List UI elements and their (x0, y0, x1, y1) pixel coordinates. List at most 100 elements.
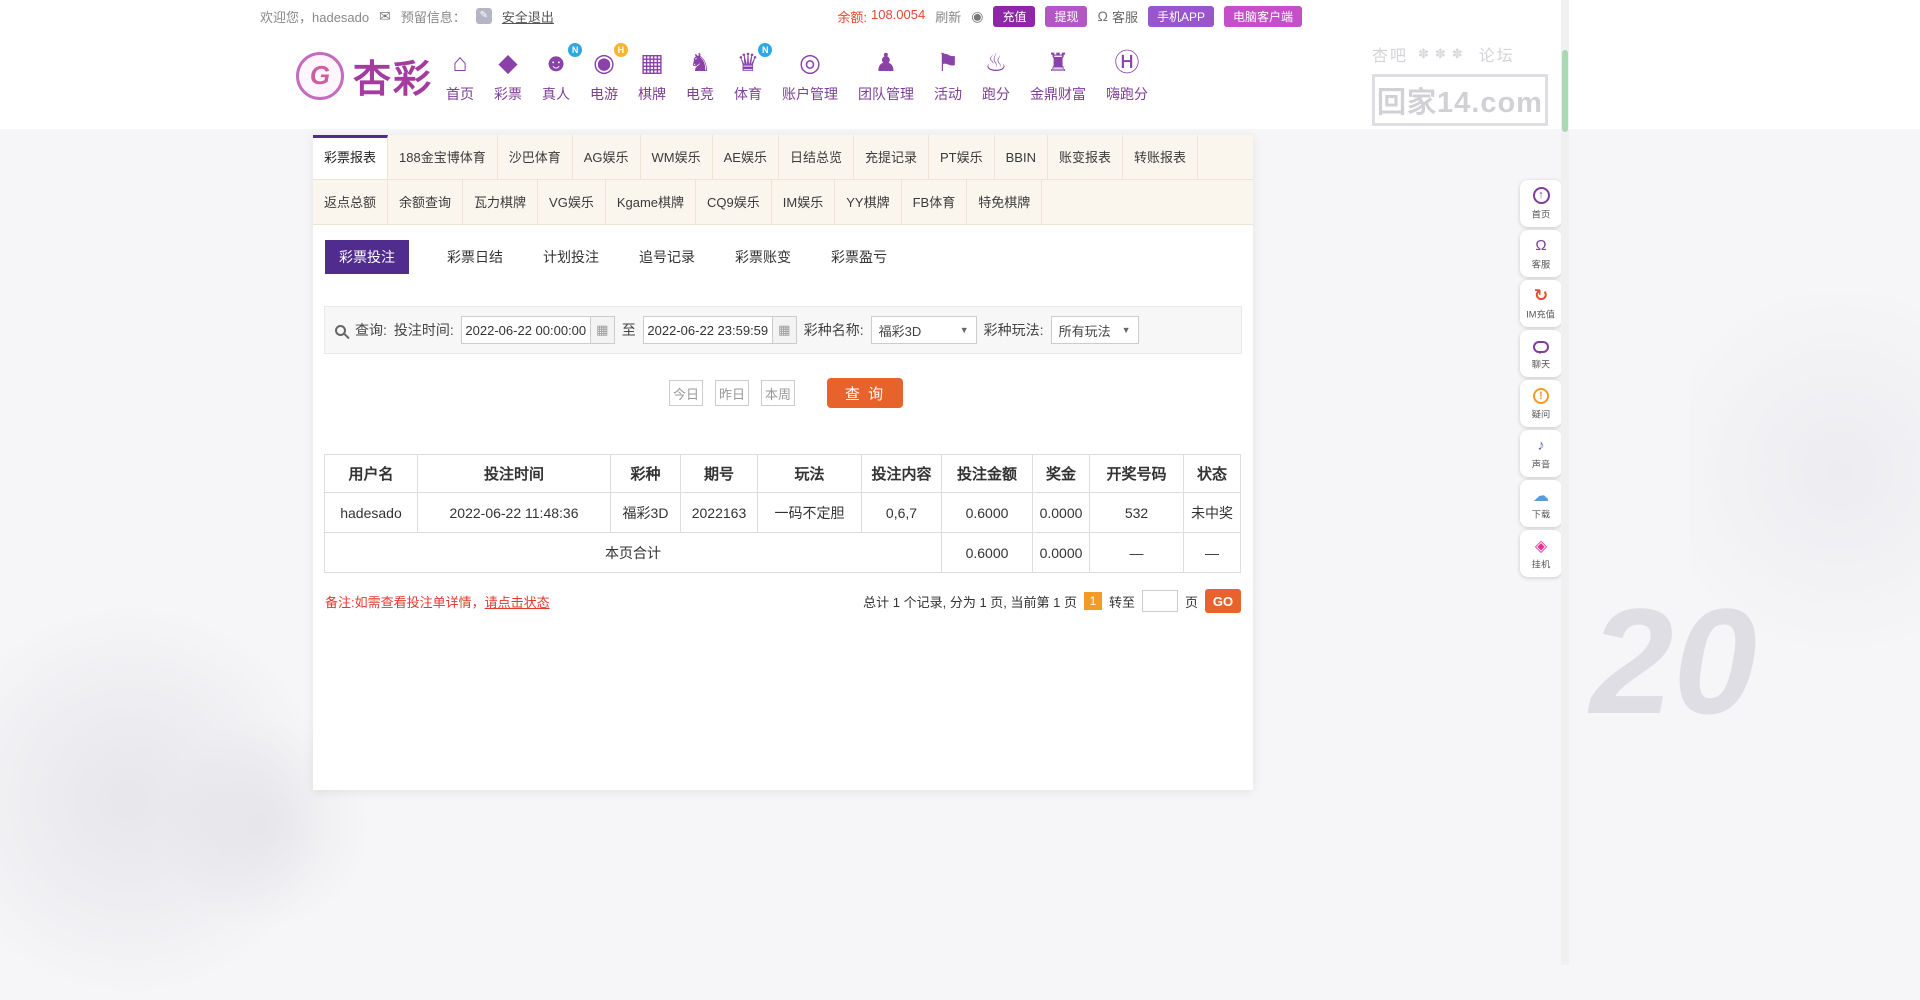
nav-item-label: 嗨跑分 (1106, 86, 1148, 102)
withdraw-button[interactable]: 提现 (1045, 5, 1088, 27)
mail-icon[interactable]: ✉ (379, 8, 391, 25)
tab-vg[interactable]: VG娱乐 (538, 180, 606, 225)
sidebar-question[interactable]: ! 疑问 (1520, 380, 1562, 427)
cell-bet-content: 0,6,7 (861, 492, 942, 533)
refresh-button[interactable]: 刷新 (935, 7, 961, 26)
tab-ae[interactable]: AE娱乐 (712, 135, 779, 180)
lottery-name-label: 彩种名称: (803, 322, 864, 338)
tab-balance-query[interactable]: 余额查询 (388, 180, 464, 225)
eye-off-icon[interactable]: ◉ (971, 8, 983, 25)
tab-rebate-total[interactable]: 返点总额 (313, 180, 389, 225)
nav-item-board-games[interactable]: ▦ 棋牌 (628, 46, 676, 104)
subtab-lottery-account-change[interactable]: 彩票账变 (733, 240, 793, 274)
site-watermark: 杏吧 ✽✽✽ 论坛 回家14.com (1372, 42, 1548, 126)
play-type-select[interactable]: 所有玩法 ▼ (1050, 316, 1139, 344)
subtab-lottery-profit[interactable]: 彩票盈亏 (829, 240, 889, 274)
nav-item-home[interactable]: ⌂ 首页 (436, 46, 484, 104)
this-week-button[interactable]: 本周 (761, 380, 795, 406)
header-cell-bet-time: 投注时间 (417, 454, 611, 493)
nav-item-team-management[interactable]: ♟ 团队管理 (848, 46, 924, 104)
tab-temian-games[interactable]: 特免棋牌 (967, 180, 1043, 225)
sidebar-download[interactable]: ☁ 下载 (1520, 480, 1562, 527)
paofen-icon-wrap: ♨ (985, 46, 1007, 80)
lottery-icon-wrap: ◆ (498, 46, 517, 80)
query-button[interactable]: 查 询 (827, 378, 903, 408)
today-button[interactable]: 今日 (669, 380, 703, 406)
sound-icon: ♪ (1537, 437, 1545, 454)
tab-deposit-withdraw-records[interactable]: 充提记录 (854, 135, 930, 180)
yesterday-button[interactable]: 昨日 (715, 380, 749, 406)
nav-item-hi-paofen[interactable]: Ⓗ 嗨跑分 (1096, 46, 1158, 104)
main-panel: 彩票报表 188金宝博体育 沙巴体育 AG娱乐 WM娱乐 AE娱乐 日结总览 充… (313, 135, 1253, 790)
edit-icon[interactable]: ✎ (475, 8, 492, 24)
nav-item-live-casino[interactable]: ☻ N 真人 (532, 43, 583, 104)
note-prefix: 备注:如需查看投注单详情， (325, 594, 485, 610)
egames-icon: ◉ (593, 49, 615, 77)
nav-item-electronic-games[interactable]: ◉ H 电游 (580, 43, 628, 104)
headset-icon: Ω (1097, 8, 1108, 24)
tab-saba-sports[interactable]: 沙巴体育 (497, 135, 573, 180)
subtab-chase-records[interactable]: 追号记录 (637, 240, 697, 274)
sidebar-customer-service[interactable]: Ω 客服 (1520, 230, 1562, 277)
tab-fb-sports[interactable]: FB体育 (901, 180, 968, 225)
play-type-label: 彩种玩法: (983, 322, 1044, 338)
watermark-site-url: 回家14.com (1372, 74, 1548, 126)
bet-time-to-input[interactable] (642, 316, 773, 344)
go-button[interactable]: GO (1205, 589, 1241, 613)
status-cell[interactable]: 未中奖 (1183, 492, 1241, 533)
goto-page-input[interactable] (1141, 590, 1178, 612)
page-scrollbar[interactable] (1561, 0, 1569, 965)
scrollbar-thumb[interactable] (1562, 50, 1568, 132)
nav-item-golden-wealth[interactable]: ♜ 金鼎财富 (1020, 46, 1096, 104)
lottery-select[interactable]: 福彩3D ▼ (870, 316, 977, 344)
total-draw-cell: — (1089, 532, 1184, 573)
balance: 余额: 108.0054 (837, 7, 925, 26)
header: G 杏彩 ⌂ 首页 ◆ 彩票 ☻ N 真人 ◉ H 电游 ▦ 棋牌 ♞ 电竞 ♛… (0, 32, 1920, 129)
site-logo[interactable]: G 杏彩 (296, 48, 433, 103)
recharge-button[interactable]: 充值 (993, 5, 1036, 27)
nav-item-label: 团队管理 (858, 86, 914, 102)
nav-item-sports[interactable]: ♛ N 体育 (724, 43, 773, 104)
tab-wm[interactable]: WM娱乐 (640, 135, 713, 180)
sidebar-hangup[interactable]: ◈ 挂机 (1520, 530, 1562, 577)
total-prize-cell: 0.0000 (1032, 532, 1090, 573)
tab-cq9[interactable]: CQ9娱乐 (696, 180, 772, 225)
tab-kgame[interactable]: Kgame棋牌 (605, 180, 697, 225)
logo-text: 杏彩 (353, 59, 434, 101)
service-link[interactable]: Ω 客服 (1097, 7, 1137, 26)
subtab-lottery-bets[interactable]: 彩票投注 (325, 240, 409, 274)
tab-188-sports[interactable]: 188金宝博体育 (388, 135, 498, 180)
subtab-lottery-daily[interactable]: 彩票日结 (445, 240, 505, 274)
mobile-app-button[interactable]: 手机APP (1147, 5, 1214, 27)
tab-im[interactable]: IM娱乐 (771, 180, 836, 225)
tab-lottery-report[interactable]: 彩票报表 (313, 135, 389, 180)
pc-client-button[interactable]: 电脑客户端 (1223, 5, 1302, 27)
tab-daily-summary[interactable]: 日结总览 (778, 135, 854, 180)
tab-wali-games[interactable]: 瓦力棋牌 (463, 180, 539, 225)
cell-username: hadesado (324, 492, 418, 533)
tab-bbin[interactable]: BBIN (994, 135, 1048, 180)
sidebar-sound[interactable]: ♪ 声音 (1520, 430, 1562, 477)
sidebar-im-recharge[interactable]: ↻ IM充值 (1520, 280, 1562, 327)
tab-pt[interactable]: PT娱乐 (929, 135, 995, 180)
nav-item-paofen[interactable]: ♨ 跑分 (972, 46, 1020, 104)
bet-time-from-input[interactable] (460, 316, 591, 344)
nav-item-label: 电竞 (686, 86, 714, 102)
note-status-link[interactable]: 请点击状态 (485, 595, 550, 610)
logout-link[interactable]: 安全退出 (502, 7, 554, 26)
tab-account-change-report[interactable]: 账变报表 (1047, 135, 1123, 180)
calendar-icon[interactable]: ▦ (590, 316, 615, 344)
sidebar-chat[interactable]: 聊天 (1520, 330, 1562, 377)
calendar-icon[interactable]: ▦ (772, 316, 797, 344)
tab-transfer-report[interactable]: 转账报表 (1123, 135, 1199, 180)
nav-item-account-management[interactable]: ◎ 账户管理 (772, 46, 848, 104)
nav-item-esports[interactable]: ♞ 电竞 (676, 46, 724, 104)
header-cell-play: 玩法 (757, 454, 862, 493)
current-page-badge[interactable]: 1 (1083, 592, 1102, 610)
tab-ag[interactable]: AG娱乐 (572, 135, 641, 180)
nav-item-promotions[interactable]: ⚑ 活动 (924, 46, 972, 104)
nav-item-lottery[interactable]: ◆ 彩票 (484, 46, 532, 104)
subtab-plan-bets[interactable]: 计划投注 (541, 240, 601, 274)
sidebar-home[interactable]: ↑ 首页 (1520, 180, 1562, 227)
tab-yy[interactable]: YY棋牌 (835, 180, 902, 225)
